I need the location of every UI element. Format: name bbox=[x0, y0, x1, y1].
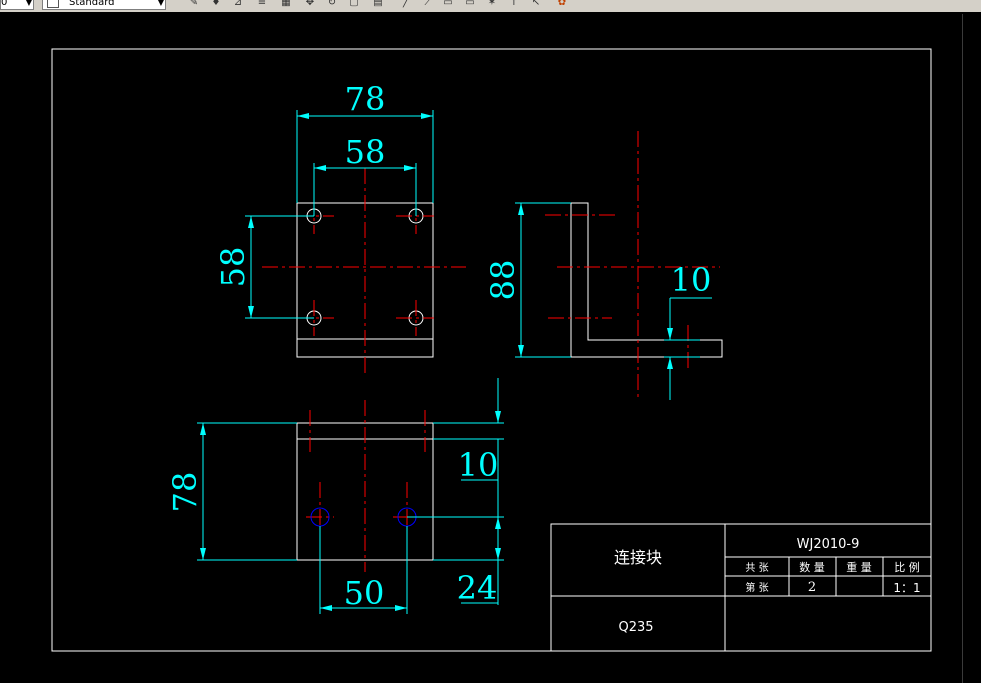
dim-hole-spacing-y: 58 bbox=[214, 247, 252, 288]
dim-bottom-height: 78 bbox=[166, 472, 204, 513]
total-sheets-label: 共 张 bbox=[745, 562, 768, 574]
scale-value: 1：1 bbox=[893, 581, 920, 595]
dim-bottom-thickness: 10 bbox=[458, 446, 499, 484]
part-name: 连接块 bbox=[614, 548, 662, 567]
scale-label: 比 例 bbox=[894, 560, 920, 574]
dim-side-thickness: 10 bbox=[671, 261, 712, 299]
weight-label: 重 量 bbox=[846, 560, 872, 574]
material: Q235 bbox=[618, 620, 653, 635]
top-view-dimensions bbox=[245, 110, 434, 319]
dim-top-width: 78 bbox=[345, 80, 386, 118]
drawing-number: WJ2010-9 bbox=[797, 537, 860, 552]
cad-drawing: 78 58 58 88 10 78 10 24 50 连接块 WJ2010-9 … bbox=[51, 48, 932, 652]
dim-bottom-offset: 24 bbox=[457, 569, 498, 607]
dim-bottom-hole-spacing: 50 bbox=[344, 574, 385, 612]
sheet-label: 第 张 bbox=[745, 581, 768, 594]
quantity-value: 2 bbox=[808, 580, 816, 595]
side-view-dimensions bbox=[515, 202, 712, 400]
quantity-label: 数 量 bbox=[799, 561, 825, 574]
dim-side-height: 88 bbox=[484, 260, 522, 301]
dim-hole-spacing-x: 58 bbox=[345, 133, 386, 171]
title-block-text: 连接块 WJ2010-9 共 张 数 量 重 量 比 例 第 张 2 1：1 Q… bbox=[614, 537, 921, 635]
title-block-grid bbox=[550, 523, 932, 652]
top-view-centerlines bbox=[262, 168, 466, 375]
